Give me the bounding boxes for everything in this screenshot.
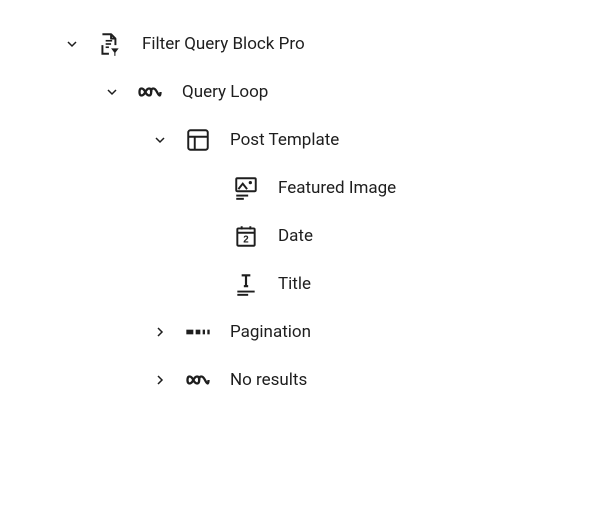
tree-item-no-results[interactable]: No results xyxy=(0,356,605,404)
tree-item-label: No results xyxy=(230,370,307,390)
layout-icon xyxy=(184,126,212,154)
tree-item-title[interactable]: Title xyxy=(0,260,605,308)
tree-item-label: Post Template xyxy=(230,130,339,150)
svg-text:2: 2 xyxy=(243,235,249,246)
tree-item-label: Title xyxy=(278,274,311,294)
tree-item-label: Pagination xyxy=(230,322,311,342)
filter-document-icon xyxy=(96,30,124,58)
loop-icon xyxy=(136,78,164,106)
tree-item-pagination[interactable]: Pagination xyxy=(0,308,605,356)
tree-item-date[interactable]: 2 Date xyxy=(0,212,605,260)
tree-item-label: Filter Query Block Pro xyxy=(142,34,305,54)
tree-item-label: Date xyxy=(278,226,313,246)
calendar-icon: 2 xyxy=(232,222,260,250)
tree-item-query-loop[interactable]: Query Loop xyxy=(0,68,605,116)
loop-icon xyxy=(184,366,212,394)
featured-image-icon xyxy=(232,174,260,202)
tree-item-post-template[interactable]: Post Template xyxy=(0,116,605,164)
pagination-icon xyxy=(184,318,212,346)
tree-item-label: Query Loop xyxy=(182,82,268,102)
caret-down-icon[interactable] xyxy=(100,80,124,104)
caret-right-icon[interactable] xyxy=(148,368,172,392)
tree-item-label: Featured Image xyxy=(278,178,396,198)
title-icon xyxy=(232,270,260,298)
caret-down-icon[interactable] xyxy=(148,128,172,152)
caret-down-icon[interactable] xyxy=(60,32,84,56)
caret-right-icon[interactable] xyxy=(148,320,172,344)
tree-item-filter-query-block-pro[interactable]: Filter Query Block Pro xyxy=(0,20,605,68)
tree-item-featured-image[interactable]: Featured Image xyxy=(0,164,605,212)
